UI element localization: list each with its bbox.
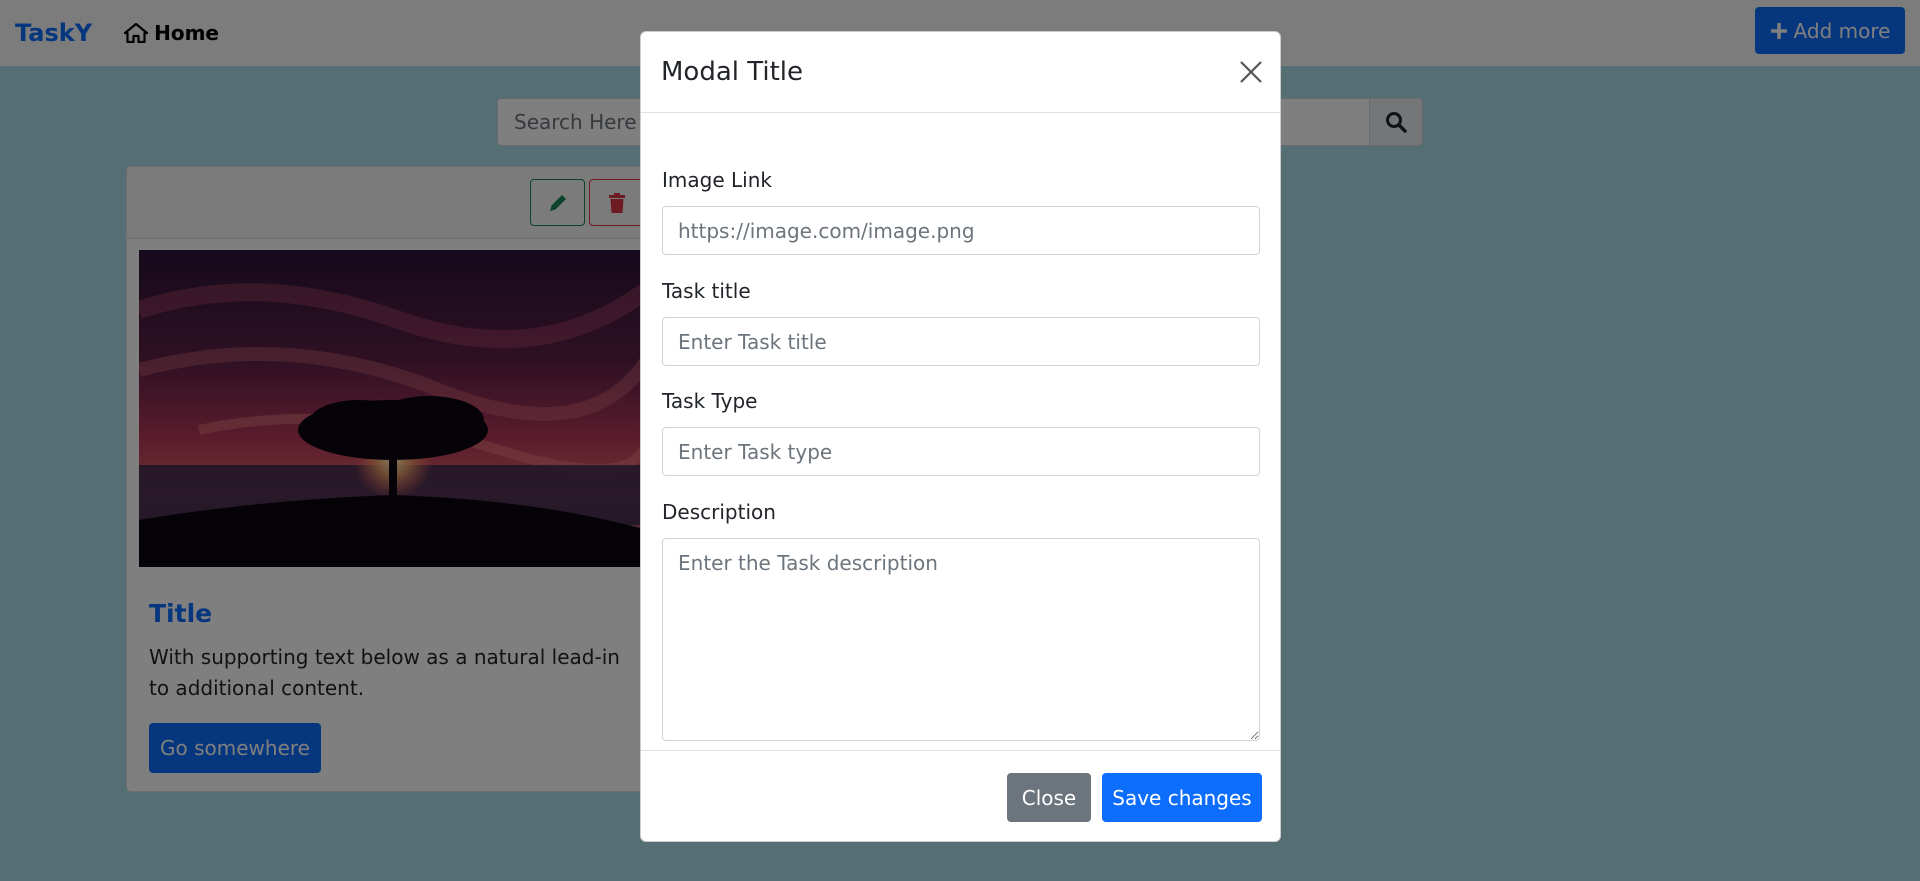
description-textarea[interactable] [662,538,1260,741]
image-link-label: Image Link [662,168,772,192]
close-button[interactable]: Close [1007,773,1091,822]
task-title-label: Task title [662,279,751,303]
modal-footer: Close Save changes [641,750,1280,842]
modal-title: Modal Title [661,57,803,87]
modal-close-button[interactable] [1236,57,1266,87]
modal-header: Modal Title [641,32,1280,113]
close-icon [1240,61,1262,83]
save-changes-button[interactable]: Save changes [1102,773,1262,822]
image-link-input[interactable] [662,206,1260,255]
task-title-input[interactable] [662,317,1260,366]
task-modal: Modal Title Image Link Task title Task T… [640,31,1281,842]
description-label: Description [662,500,776,524]
task-type-label: Task Type [662,389,758,413]
task-type-input[interactable] [662,427,1260,476]
